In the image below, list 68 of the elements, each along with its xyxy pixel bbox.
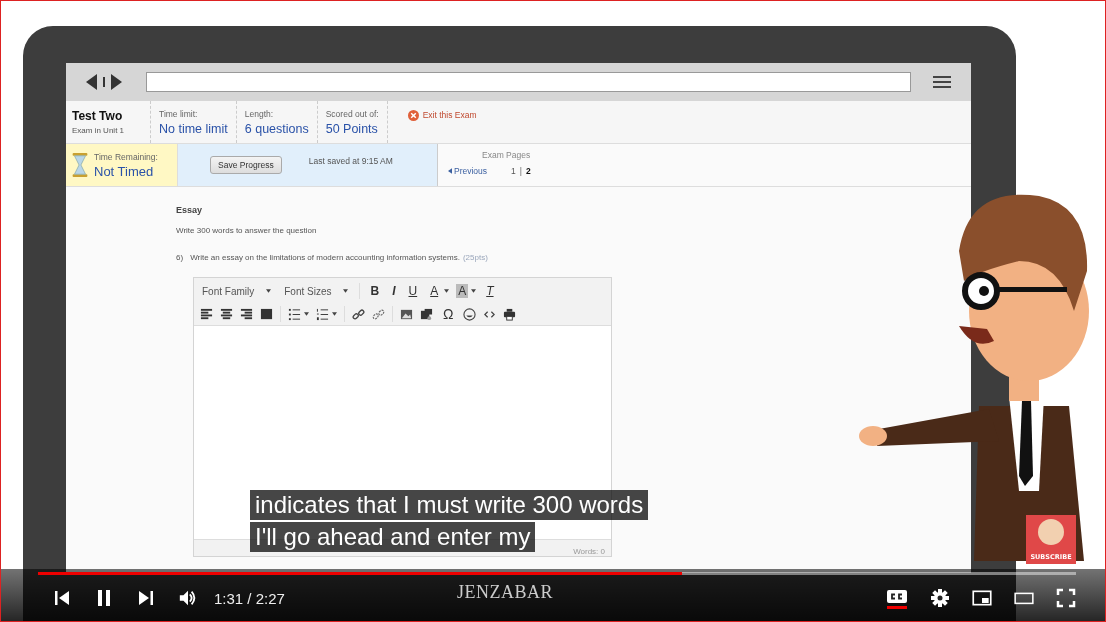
channel-watermark: JENZABAR (456, 581, 553, 603)
exam-subtitle: Exam in Unit 1 (72, 126, 126, 135)
previous-icon[interactable] (52, 588, 72, 608)
last-saved-text: Last saved at 9:15 AM (308, 156, 393, 166)
question-number: 6) (176, 253, 184, 262)
progress-track[interactable] (38, 572, 1076, 575)
fact-label: Scored out of: (325, 108, 379, 119)
hourglass-icon (71, 153, 89, 177)
captions-icon[interactable] (886, 587, 908, 609)
avatar-placeholder (1038, 519, 1064, 545)
time-remaining-label: Time Remaining: (94, 151, 158, 162)
fact-value: No time limit (159, 121, 228, 136)
previous-link[interactable]: Previous (448, 166, 488, 176)
underline-button[interactable]: U (405, 284, 421, 298)
background-color-button[interactable]: A (456, 284, 469, 298)
save-progress-button[interactable]: Save Progress (210, 156, 282, 174)
next-icon[interactable] (136, 588, 156, 608)
align-left-icon[interactable] (200, 307, 213, 321)
miniplayer-icon[interactable] (972, 588, 992, 608)
justify-icon[interactable] (260, 307, 273, 321)
media-icon[interactable] (420, 307, 433, 321)
volume-icon[interactable] (178, 588, 198, 608)
caret-icon (304, 312, 309, 316)
print-icon[interactable] (503, 307, 517, 321)
caret-icon (471, 289, 477, 293)
section-heading: Essay (176, 205, 204, 215)
fact-value: 50 Points (325, 121, 379, 136)
clear-format-button[interactable]: T (483, 284, 497, 298)
points-text: (25pts) (462, 253, 488, 262)
menu-icon[interactable] (933, 75, 951, 89)
back-forward-icon[interactable] (84, 73, 124, 91)
close-icon (407, 109, 419, 121)
fact-label: Length: (244, 108, 275, 119)
address-field[interactable] (146, 72, 911, 92)
bold-button[interactable]: B (367, 284, 383, 298)
align-right-icon[interactable] (240, 307, 253, 321)
exit-exam-link[interactable]: Exit this Exam (387, 109, 477, 135)
caret-icon (343, 289, 349, 293)
numbered-list-icon[interactable] (316, 307, 329, 321)
bullet-list-icon[interactable] (288, 307, 301, 321)
page-separator: | (519, 166, 523, 176)
exam-title: Test Two (72, 109, 124, 123)
unlink-icon[interactable] (372, 307, 385, 321)
word-count: Words: 0 (573, 547, 605, 556)
settings-icon[interactable] (930, 588, 950, 608)
page-link[interactable]: 1 (511, 166, 516, 176)
caret-icon (266, 289, 272, 293)
link-icon[interactable] (352, 307, 365, 321)
instruction-text: Write 300 words to answer the question (176, 226, 318, 235)
emoji-icon[interactable] (463, 307, 477, 321)
time-remaining-value: Not Timed (94, 163, 155, 179)
caret-icon (444, 289, 450, 293)
fullscreen-icon[interactable] (1056, 588, 1076, 608)
caret-icon (332, 312, 337, 316)
question-text: Write an essay on the limitations of modern accounting information systems. (190, 253, 460, 262)
page-link[interactable]: 2 (526, 166, 531, 176)
font-dropdown[interactable]: Font Sizes (282, 285, 353, 297)
exam-pages-label: Exam Pages (481, 150, 531, 160)
time-display: 1:31 / 2:27 (214, 589, 285, 607)
triangle-left-icon (448, 168, 452, 174)
symbol-button[interactable]: Ω (440, 306, 457, 322)
text-color-button[interactable]: A (427, 284, 442, 298)
fact-label: Time limit: (159, 108, 199, 119)
italic-button[interactable]: I (389, 284, 399, 298)
font-dropdown[interactable]: Font Family (200, 285, 276, 297)
image-icon[interactable] (400, 307, 413, 321)
align-center-icon[interactable] (220, 307, 233, 321)
fact-value: 6 questions (244, 121, 309, 136)
